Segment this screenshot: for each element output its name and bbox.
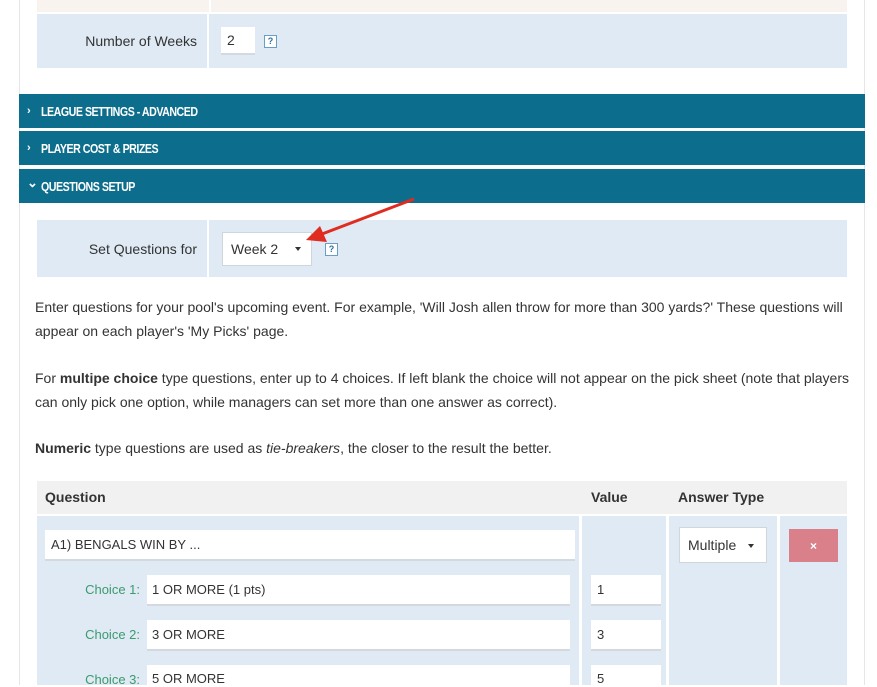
section-league-settings-advanced[interactable]: › LEAGUE SETTINGS - ADVANCED — [19, 94, 865, 128]
questions-table-header: Question Value Answer Type — [37, 481, 847, 514]
section-label: QUESTIONS SETUP — [41, 178, 135, 194]
number-of-weeks-label: Number of Weeks — [37, 14, 209, 68]
help-icon[interactable]: ? — [325, 243, 338, 256]
caret-down-icon — [748, 544, 754, 548]
section-label: LEAGUE SETTINGS - ADVANCED — [41, 103, 198, 119]
delete-question-button[interactable]: × — [789, 529, 838, 562]
previous-setting-row — [37, 0, 847, 12]
chevron-right-icon: › — [27, 142, 31, 154]
week-select[interactable]: Week 2 — [222, 232, 312, 266]
choice-input[interactable]: 3 OR MORE — [147, 620, 570, 651]
section-questions-setup[interactable]: ⌄ QUESTIONS SETUP — [19, 169, 865, 203]
answer-type-select[interactable]: Multiple — [679, 527, 767, 563]
choice-value-input[interactable]: 1 — [591, 575, 661, 606]
section-player-cost-prizes[interactable]: › PLAYER COST & PRIZES — [19, 131, 865, 165]
answer-type-value: Multiple — [688, 537, 737, 553]
question-input[interactable]: A1) BENGALS WIN BY ... — [45, 530, 575, 561]
header-question: Question — [45, 489, 106, 505]
choice-value-input[interactable]: 3 — [591, 620, 661, 651]
multiple-choice-paragraph: For multipe choice type questions, enter… — [35, 370, 850, 410]
choice-input[interactable]: 5 OR MORE — [147, 665, 570, 686]
number-of-weeks-input[interactable]: 2 — [221, 27, 255, 55]
choice-value-input[interactable]: 5 — [591, 665, 661, 686]
numeric-paragraph: Numeric type questions are used as tie-b… — [35, 440, 552, 456]
choice-label: Choice 1: — [85, 582, 140, 597]
caret-down-icon — [295, 247, 301, 251]
chevron-right-icon: › — [27, 105, 31, 117]
set-questions-label: Set Questions for — [37, 220, 209, 277]
help-icon[interactable]: ? — [264, 35, 277, 48]
week-select-value: Week 2 — [231, 241, 279, 257]
intro-paragraph: Enter questions for your pool's upcoming… — [35, 299, 843, 339]
choice-label: Choice 2: — [85, 627, 140, 642]
header-value: Value — [591, 489, 628, 505]
number-of-weeks-row: Number of Weeks 2 ? — [37, 14, 847, 68]
choice-input[interactable]: 1 OR MORE (1 pts) — [147, 575, 570, 606]
header-answer-type: Answer Type — [678, 489, 765, 505]
close-icon: × — [809, 538, 817, 553]
set-questions-row: Set Questions for Week 2 ? — [37, 220, 847, 277]
section-label: PLAYER COST & PRIZES — [41, 140, 159, 156]
chevron-down-icon: ⌄ — [27, 175, 38, 190]
